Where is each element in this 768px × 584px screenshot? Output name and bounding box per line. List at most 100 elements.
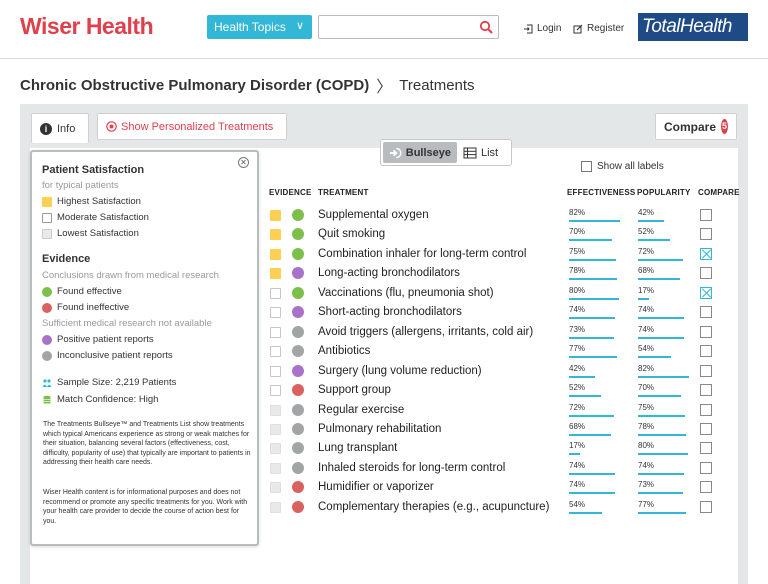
compare-checkbox[interactable] <box>700 286 712 299</box>
treatment-name[interactable]: Antibiotics <box>318 345 370 357</box>
treatment-name[interactable]: Avoid triggers (allergens, irritants, co… <box>318 326 533 338</box>
treatment-name[interactable]: Combination inhaler for long-term contro… <box>318 248 526 260</box>
compare-checkbox[interactable] <box>700 461 712 474</box>
compare-button[interactable]: Compare 5 <box>655 113 737 140</box>
evidence-dot <box>292 286 304 299</box>
login-label: Login <box>537 23 562 34</box>
compare-checkbox[interactable] <box>700 364 712 377</box>
treatment-row[interactable]: Vaccinations (flu, pneumonia shot) 80% 17% <box>268 284 728 304</box>
condition-title[interactable]: Chronic Obstructive Pulmonary Disorder (… <box>20 77 369 94</box>
login-link[interactable]: Login <box>523 23 561 34</box>
treatment-row[interactable]: Surgery (lung volume reduction) 42% 82% <box>268 362 728 382</box>
evidence-dot <box>292 345 304 358</box>
effectiveness-value: 74% <box>569 305 586 315</box>
treatment-name[interactable]: Complementary therapies (e.g., acupunctu… <box>318 501 549 513</box>
effectiveness-bar <box>569 356 617 359</box>
lowest-swatch <box>42 228 52 239</box>
sample-size-text: Sample Size: 2,219 Patients <box>57 377 177 388</box>
compare-checkbox[interactable] <box>700 267 712 280</box>
target-icon <box>106 121 117 132</box>
satisfaction-swatch <box>270 404 281 416</box>
effectiveness-bar <box>569 414 614 417</box>
treatment-row[interactable]: Supplemental oxygen 82% 42% <box>268 206 728 226</box>
popularity-bar <box>638 433 687 436</box>
treatment-name[interactable]: Supplemental oxygen <box>318 209 429 221</box>
effectiveness-bar <box>569 317 615 320</box>
register-link[interactable]: Register <box>573 23 624 34</box>
wiser-health-logo[interactable]: Wiser Health <box>20 13 154 40</box>
treatment-name[interactable]: Surgery (lung volume reduction) <box>318 365 482 377</box>
compare-checkbox[interactable] <box>700 500 712 513</box>
popularity-bar <box>638 220 665 222</box>
health-topics-dropdown[interactable]: Health Topics ∨ <box>207 15 312 39</box>
popularity-bar <box>638 395 682 398</box>
treatment-row[interactable]: Inhaled steroids for long-term control 74… <box>268 459 728 479</box>
show-all-labels-checkbox[interactable] <box>581 161 592 172</box>
treatment-row[interactable]: Complementary therapies (e.g., acupunctu… <box>268 498 728 518</box>
compare-checkbox[interactable] <box>700 306 712 319</box>
ineffective-dot <box>42 302 52 313</box>
compare-checkbox[interactable] <box>700 325 712 338</box>
compare-checkbox[interactable] <box>700 442 712 455</box>
compare-checkbox[interactable] <box>700 209 712 221</box>
satisfaction-swatch <box>270 365 281 377</box>
popularity-value: 42% <box>638 208 655 217</box>
compare-checkbox[interactable] <box>700 228 712 241</box>
show-all-labels[interactable]: Show all labels <box>581 161 664 172</box>
info-label: Info <box>57 122 76 135</box>
treatment-name[interactable]: Humidifier or vaporizer <box>318 481 434 493</box>
treatment-name[interactable]: Short-acting bronchodilators <box>318 306 462 318</box>
totalhealth-logo[interactable]: TotalHealth <box>638 13 748 41</box>
compare-count-badge: 5 <box>721 119 728 134</box>
treatment-row[interactable]: Quit smoking 70% 52% <box>268 225 728 245</box>
match-confidence-text: Match Confidence: High <box>57 394 159 405</box>
evidence-dot <box>292 403 304 416</box>
list-view-button[interactable]: List <box>457 142 504 163</box>
treatment-row[interactable]: Regular exercise 72% 75% <box>268 401 728 421</box>
bullseye-view-button[interactable]: Bullseye <box>383 142 457 163</box>
treatment-row[interactable]: Lung transplant 17% 80% <box>268 439 728 459</box>
compare-checkbox[interactable] <box>700 345 712 358</box>
treatment-name[interactable]: Pulmonary rehabilitation <box>318 423 441 435</box>
treatment-row[interactable]: Antibiotics 77% 54% <box>268 342 728 362</box>
compare-checkbox[interactable] <box>700 384 712 397</box>
satisfaction-swatch <box>270 210 281 221</box>
satisfaction-swatch <box>270 482 281 494</box>
treatment-name[interactable]: Support group <box>318 384 391 396</box>
treatment-name[interactable]: Quit smoking <box>318 228 385 240</box>
search-icon[interactable] <box>479 20 493 34</box>
effectiveness-bar <box>569 220 620 222</box>
info-button[interactable]: i Info <box>31 113 89 143</box>
effectiveness-bar <box>569 239 613 242</box>
legend-ineffective-label: Found ineffective <box>57 302 130 313</box>
treatment-name[interactable]: Lung transplant <box>318 442 397 454</box>
popularity-value: 52% <box>638 227 655 237</box>
compare-checkbox[interactable] <box>700 422 712 435</box>
treatment-name[interactable]: Vaccinations (flu, pneumonia shot) <box>318 287 494 299</box>
treatment-row[interactable]: Humidifier or vaporizer 74% 73% <box>268 478 728 498</box>
treatment-row[interactable]: Pulmonary rehabilitation 68% 78% <box>268 420 728 440</box>
treatment-row[interactable]: Combination inhaler for long-term contro… <box>268 245 728 265</box>
satisfaction-swatch <box>270 229 281 241</box>
compare-checkbox[interactable] <box>700 403 712 416</box>
search-input[interactable] <box>319 16 469 38</box>
compare-checkbox[interactable] <box>700 481 712 494</box>
column-header-compare: COMPARE <box>698 188 740 197</box>
treatment-name[interactable]: Long-acting bronchodilators <box>318 267 460 279</box>
evidence-title: Evidence <box>42 253 91 265</box>
chevron-right-icon: 〉 <box>376 79 393 96</box>
compare-checkbox[interactable] <box>700 247 712 260</box>
treatment-row[interactable]: Short-acting bronchodilators 74% 74% <box>268 303 728 323</box>
personalized-treatments-button[interactable]: Show Personalized Treatments <box>97 113 287 140</box>
treatment-row[interactable]: Support group 52% 70% <box>268 381 728 401</box>
popularity-bar <box>638 375 689 378</box>
treatment-name[interactable]: Regular exercise <box>318 404 404 416</box>
treatment-row[interactable]: Avoid triggers (allergens, irritants, co… <box>268 323 728 343</box>
legend-inconclusive-label: Inconclusive patient reports <box>57 350 173 361</box>
treatment-name[interactable]: Inhaled steroids for long-term control <box>318 462 505 474</box>
satisfaction-swatch <box>270 501 281 513</box>
popularity-value: 54% <box>638 344 655 354</box>
close-icon[interactable]: ✕ <box>238 157 249 168</box>
treatment-row[interactable]: Long-acting bronchodilators 78% 68% <box>268 264 728 284</box>
popularity-bar <box>638 317 684 320</box>
